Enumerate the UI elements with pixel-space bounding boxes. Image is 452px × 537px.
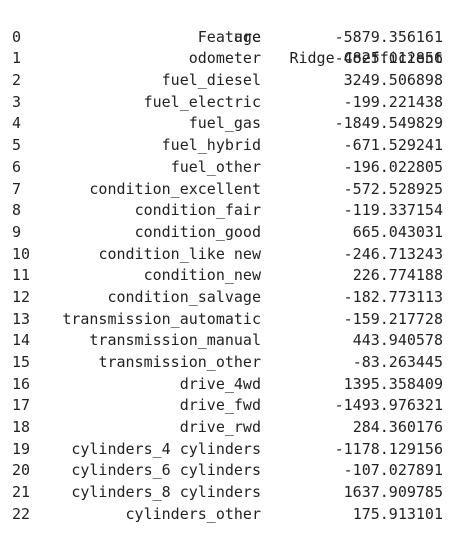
coefficient-cell: -1849.549829	[334, 114, 443, 133]
coefficient-cell: 226.774188	[352, 266, 443, 285]
coefficient-cell: -182.773113	[343, 287, 443, 306]
feature-cell: fuel_electric	[143, 92, 261, 111]
row-index: 21	[12, 483, 31, 502]
coefficient-cell: -572.528925	[343, 179, 443, 198]
row-index: 22	[12, 504, 31, 523]
feature-cell: age	[233, 27, 261, 46]
feature-cell: cylinders_4 cylinders	[71, 439, 261, 458]
coefficient-cell: -1178.129156	[334, 439, 443, 458]
header-row: Feature Ridge Coefficient	[0, 5, 452, 68]
coefficient-cell: 1637.909785	[343, 483, 443, 502]
row-index: 9	[12, 222, 22, 241]
row-index: 7	[12, 179, 22, 198]
feature-cell: drive_fwd	[179, 396, 261, 415]
row-index: 5	[12, 136, 22, 155]
row-index: 19	[12, 439, 31, 458]
coefficient-cell: -83.263445	[352, 353, 443, 371]
table-row: 13 transmission_automatic -159.217728	[0, 309, 452, 331]
coefficient-cell: -1493.976321	[334, 396, 443, 415]
feature-cell: condition_new	[143, 266, 261, 285]
row-index: 20	[12, 461, 31, 480]
row-index: 1	[12, 49, 22, 68]
feature-cell: drive_rwd	[179, 418, 261, 437]
row-index: 3	[12, 92, 22, 111]
coefficient-cell: 443.940578	[352, 331, 443, 350]
row-index: 0	[12, 27, 22, 46]
row-index: 14	[12, 331, 31, 350]
feature-cell: condition_good	[134, 222, 261, 241]
feature-cell: fuel_hybrid	[161, 136, 261, 155]
coefficient-cell: 3249.506898	[343, 71, 443, 90]
table-row: 12 condition_salvage -182.773113	[0, 287, 452, 309]
row-index: 12	[12, 287, 31, 306]
table-row: 21 cylinders_8 cylinders 1637.909785	[0, 482, 452, 504]
feature-cell: condition_like new	[98, 244, 261, 263]
feature-cell: transmission_manual	[89, 331, 261, 350]
table-row: 18 drive_rwd 284.360176	[0, 417, 452, 439]
row-index: 13	[12, 309, 31, 328]
coefficient-cell: -671.529241	[343, 136, 443, 155]
row-index: 11	[12, 266, 31, 285]
table-row: 10 condition_like new -246.713243	[0, 244, 452, 266]
dataframe-output: Feature Ridge Coefficient 0 age -5879.3561…	[0, 5, 452, 526]
coefficient-cell: -159.217728	[343, 309, 443, 328]
table-row: 0 age -5879.356161	[0, 27, 452, 49]
coefficient-cell: -107.027891	[343, 461, 443, 480]
coefficient-cell: 175.913101	[352, 504, 443, 523]
table-row: 4 fuel_gas -1849.549829	[0, 113, 452, 135]
table-row: 11 condition_new 226.774188	[0, 265, 452, 287]
coefficient-cell: -246.713243	[343, 244, 443, 263]
row-index: 15	[12, 353, 31, 371]
table-row: 1 odometer -4825.012856	[0, 48, 452, 70]
table-row: 3 fuel_electric -199.221438	[0, 92, 452, 114]
feature-cell: odometer	[188, 49, 261, 68]
coefficient-cell: 665.043031	[352, 222, 443, 241]
table-row: 16 drive_4wd 1395.358409	[0, 374, 452, 396]
coefficient-cell: -196.022805	[343, 157, 443, 176]
table-row: 22 cylinders_other 175.913101	[0, 504, 452, 526]
table-row: 17 drive_fwd -1493.976321	[0, 395, 452, 417]
table-row: 7 condition_excellent -572.528925	[0, 179, 452, 201]
feature-cell: condition_salvage	[107, 287, 261, 306]
table-body: 0 age -5879.356161 1 odometer -4825.012856 2 fu…	[0, 27, 452, 526]
row-index: 2	[12, 71, 22, 90]
feature-cell: condition_excellent	[89, 179, 261, 198]
coefficient-cell: -4825.012856	[334, 49, 443, 68]
feature-cell: drive_4wd	[179, 374, 261, 393]
row-index: 16	[12, 374, 31, 393]
coefficient-cell: -199.221438	[343, 92, 443, 111]
row-index: 4	[12, 114, 22, 133]
table-row: 19 cylinders_4 cylinders -1178.129156	[0, 439, 452, 461]
row-index: 6	[12, 157, 22, 176]
feature-cell: fuel_other	[170, 157, 261, 176]
coefficient-cell: -5879.356161	[334, 27, 443, 46]
feature-cell: fuel_gas	[188, 114, 261, 133]
table-row: 6 fuel_other -196.022805	[0, 157, 452, 179]
feature-cell: cylinders_other	[125, 504, 261, 523]
feature-cell: cylinders_6 cylinders	[71, 461, 261, 480]
feature-cell: transmission_other	[98, 353, 261, 371]
table-row: 5 fuel_hybrid -671.529241	[0, 135, 452, 157]
feature-cell: cylinders_8 cylinders	[71, 483, 261, 502]
row-index: 10	[12, 244, 31, 263]
feature-cell: fuel_diesel	[161, 71, 261, 90]
coefficient-cell: -119.337154	[343, 201, 443, 220]
feature-cell: transmission_automatic	[62, 309, 261, 328]
row-index: 8	[12, 201, 22, 220]
table-row: 8 condition_fair -119.337154	[0, 200, 452, 222]
coefficient-cell: 284.360176	[352, 418, 443, 437]
table-row: 15 transmission_other -83.263445	[0, 352, 452, 374]
feature-cell: condition_fair	[134, 201, 261, 220]
row-index: 18	[12, 418, 31, 437]
table-row: 14 transmission_manual 443.940578	[0, 330, 452, 352]
table-row: 20 cylinders_6 cylinders -107.027891	[0, 460, 452, 482]
coefficient-cell: 1395.358409	[343, 374, 443, 393]
row-index: 17	[12, 396, 31, 415]
table-row: 9 condition_good 665.043031	[0, 222, 452, 244]
table-row: 2 fuel_diesel 3249.506898	[0, 70, 452, 92]
